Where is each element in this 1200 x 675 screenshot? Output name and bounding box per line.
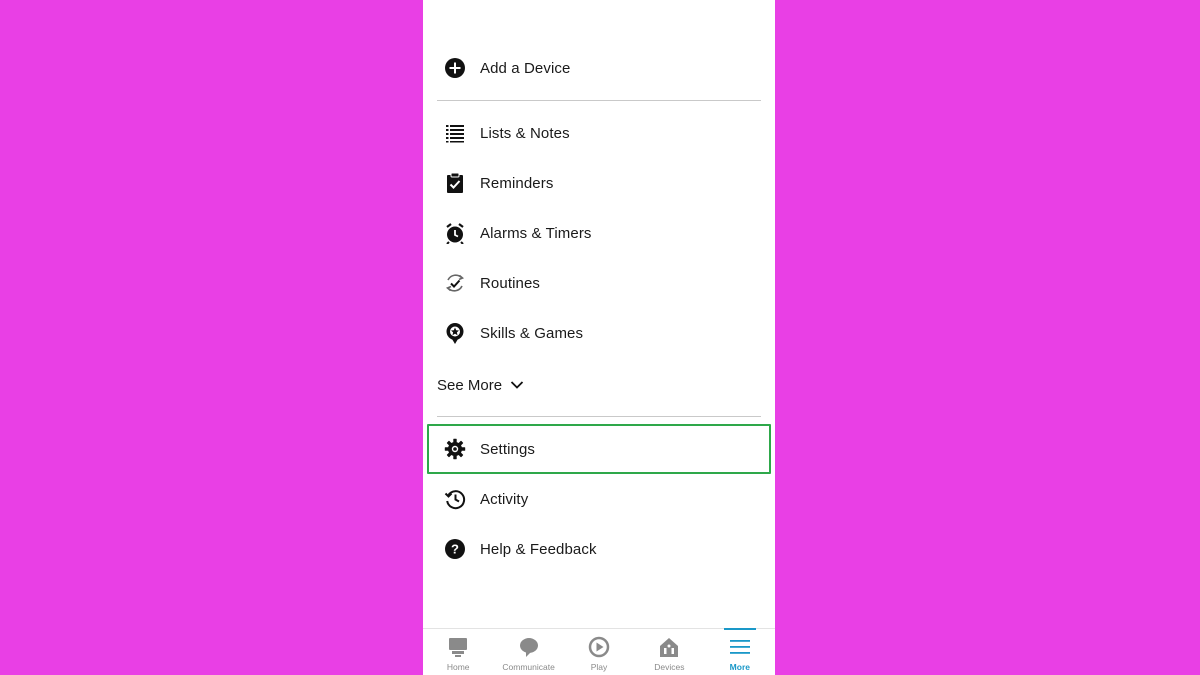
add-device-item[interactable]: Add a Device xyxy=(423,43,775,93)
settings-highlight-box xyxy=(427,424,771,474)
menu-item-lists-notes[interactable]: Lists & Notes xyxy=(423,108,775,158)
tab-home[interactable]: Home xyxy=(423,629,493,675)
menu-item-help-feedback[interactable]: ? Help & Feedback xyxy=(423,524,775,574)
tab-more[interactable]: More xyxy=(705,629,775,675)
help-circle-icon: ? xyxy=(444,538,466,560)
divider xyxy=(437,100,761,101)
menu-item-label: Activity xyxy=(480,490,529,508)
menu-item-routines[interactable]: Routines xyxy=(423,258,775,308)
menu-item-activity[interactable]: Activity xyxy=(423,474,775,524)
svg-text:?: ? xyxy=(451,542,459,557)
clipboard-check-icon xyxy=(444,172,466,194)
tab-play[interactable]: Play xyxy=(564,629,634,675)
app-screen: Add a Device Lists & Notes Reminders Ala… xyxy=(423,0,775,675)
tab-label: More xyxy=(729,662,750,672)
menu-item-label: Skills & Games xyxy=(480,324,584,342)
tab-label: Home xyxy=(446,662,470,672)
home-icon xyxy=(446,635,470,659)
menu-item-reminders[interactable]: Reminders xyxy=(423,158,775,208)
menu-item-label: Lists & Notes xyxy=(480,124,570,142)
tab-devices[interactable]: Devices xyxy=(634,629,704,675)
add-device-label: Add a Device xyxy=(480,59,571,77)
routine-check-icon xyxy=(444,272,466,294)
menu-item-label: Alarms & Timers xyxy=(480,224,592,242)
see-more-label: See More xyxy=(437,376,503,394)
tab-label: Play xyxy=(590,662,608,672)
alarm-clock-icon xyxy=(444,222,466,244)
menu-item-alarms-timers[interactable]: Alarms & Timers xyxy=(423,208,775,258)
skills-badge-icon xyxy=(444,322,466,344)
tab-label: Communicate xyxy=(502,662,555,672)
list-icon xyxy=(444,122,466,144)
divider xyxy=(437,416,761,417)
menu-item-label: Reminders xyxy=(480,174,554,192)
tab-label: Devices xyxy=(654,662,685,672)
play-icon xyxy=(587,635,611,659)
chat-bubble-icon xyxy=(517,635,541,659)
plus-circle-icon xyxy=(444,57,466,79)
bottom-tab-bar: Home Communicate Play Devices More xyxy=(423,628,775,675)
see-more-toggle[interactable]: See More xyxy=(437,372,524,398)
devices-house-icon xyxy=(657,635,681,659)
menu-item-label: Routines xyxy=(480,274,541,292)
tab-communicate[interactable]: Communicate xyxy=(493,629,563,675)
chevron-down-icon xyxy=(510,377,524,394)
menu-lines-icon xyxy=(728,635,752,659)
menu-item-skills-games[interactable]: Skills & Games xyxy=(423,308,775,358)
menu-item-label: Help & Feedback xyxy=(480,540,597,558)
history-icon xyxy=(444,488,466,510)
